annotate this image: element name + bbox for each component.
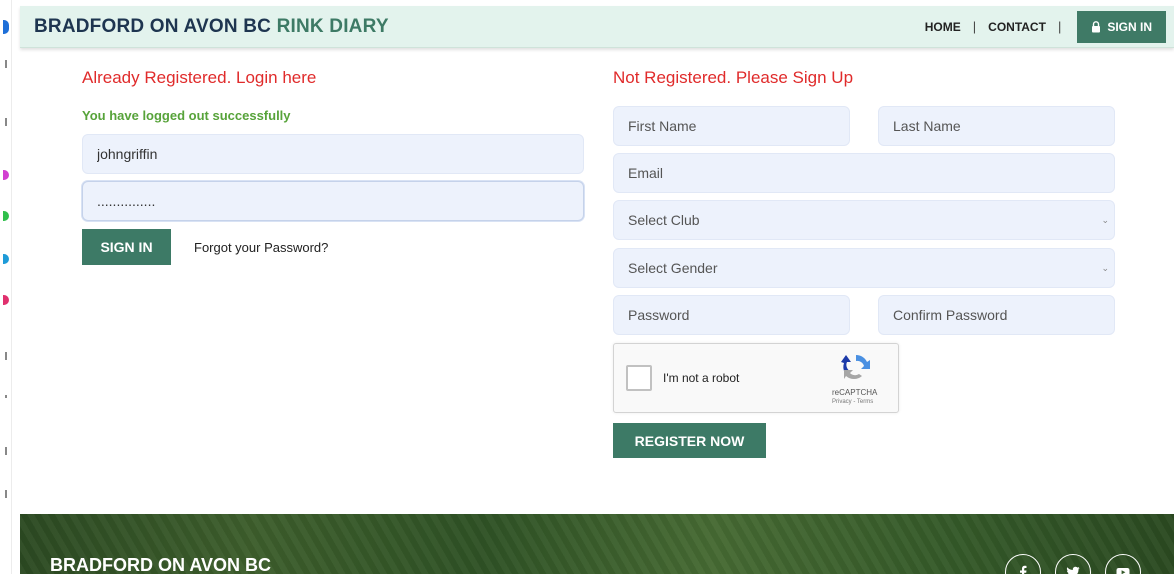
logout-success-message: You have logged out successfully xyxy=(82,108,291,123)
gender-select-value: Select Gender xyxy=(613,248,1115,288)
edge-marker xyxy=(3,20,9,34)
facebook-link[interactable] xyxy=(1005,554,1041,574)
nav-contact-link[interactable]: CONTACT xyxy=(988,20,1046,34)
left-edge-strip xyxy=(0,0,12,574)
site-header: BRADFORD ON AVON BC RINK DIARY HOME | CO… xyxy=(20,6,1174,48)
forgot-password-link[interactable]: Forgot your Password? xyxy=(194,240,328,255)
recaptcha-widget: I'm not a robot reCAPTCHA Privacy - Term… xyxy=(613,343,899,413)
login-title: Already Registered. Login here xyxy=(82,68,317,87)
register-title: Not Registered. Please Sign Up xyxy=(613,68,854,87)
recaptcha-logo-icon xyxy=(841,354,870,380)
edge-tick xyxy=(5,447,7,455)
recaptcha-checkbox[interactable] xyxy=(626,365,652,391)
lock-icon xyxy=(1092,20,1101,32)
chevron-down-icon: ⌄ xyxy=(1101,263,1109,273)
edge-tick xyxy=(5,395,7,398)
nav-separator: | xyxy=(972,19,977,34)
edge-tick xyxy=(5,352,7,360)
last-name-input[interactable] xyxy=(878,106,1115,146)
top-nav: HOME | CONTACT | SIGN IN xyxy=(925,6,1174,47)
site-footer: BRADFORD ON AVON BC xyxy=(20,514,1174,574)
recaptcha-privacy-terms-link[interactable]: Privacy - Terms xyxy=(832,399,896,405)
nav-separator: | xyxy=(1057,19,1062,34)
edge-marker xyxy=(3,211,9,221)
register-password-input[interactable] xyxy=(613,295,850,335)
first-name-input[interactable] xyxy=(613,106,850,146)
edge-tick xyxy=(5,60,7,68)
nav-signin-label: SIGN IN xyxy=(1107,19,1152,34)
club-select[interactable]: Select Club ⌄ xyxy=(613,200,1115,240)
footer-brand: BRADFORD ON AVON BC xyxy=(50,555,271,574)
youtube-icon xyxy=(1116,568,1130,574)
twitter-icon xyxy=(1066,566,1080,574)
nav-signin-button[interactable]: SIGN IN xyxy=(1077,10,1166,43)
brand-main: BRADFORD ON AVON BC xyxy=(34,15,277,37)
recaptcha-label: I'm not a robot xyxy=(663,371,740,385)
club-select-value: Select Club xyxy=(613,200,1115,240)
signin-button[interactable]: SIGN IN xyxy=(82,229,171,265)
edge-marker xyxy=(3,170,9,180)
nav-home-link[interactable]: HOME xyxy=(925,20,961,34)
facebook-icon xyxy=(1020,565,1027,574)
password-input[interactable] xyxy=(82,181,584,221)
recaptcha-brand: reCAPTCHA xyxy=(832,388,878,397)
twitter-link[interactable] xyxy=(1055,554,1091,574)
edge-tick xyxy=(5,118,7,126)
register-now-button[interactable]: REGISTER NOW xyxy=(613,423,766,458)
youtube-link[interactable] xyxy=(1105,554,1141,574)
username-input[interactable] xyxy=(82,134,584,174)
edge-marker xyxy=(3,254,9,264)
gender-select[interactable]: Select Gender ⌄ xyxy=(613,248,1115,288)
edge-marker xyxy=(3,295,9,305)
confirm-password-input[interactable] xyxy=(878,295,1115,335)
edge-tick xyxy=(5,490,7,498)
brand-accent: RINK DIARY xyxy=(276,15,389,37)
site-brand[interactable]: BRADFORD ON AVON BC RINK DIARY xyxy=(34,16,389,38)
email-input[interactable] xyxy=(613,153,1115,193)
chevron-down-icon: ⌄ xyxy=(1101,215,1109,225)
